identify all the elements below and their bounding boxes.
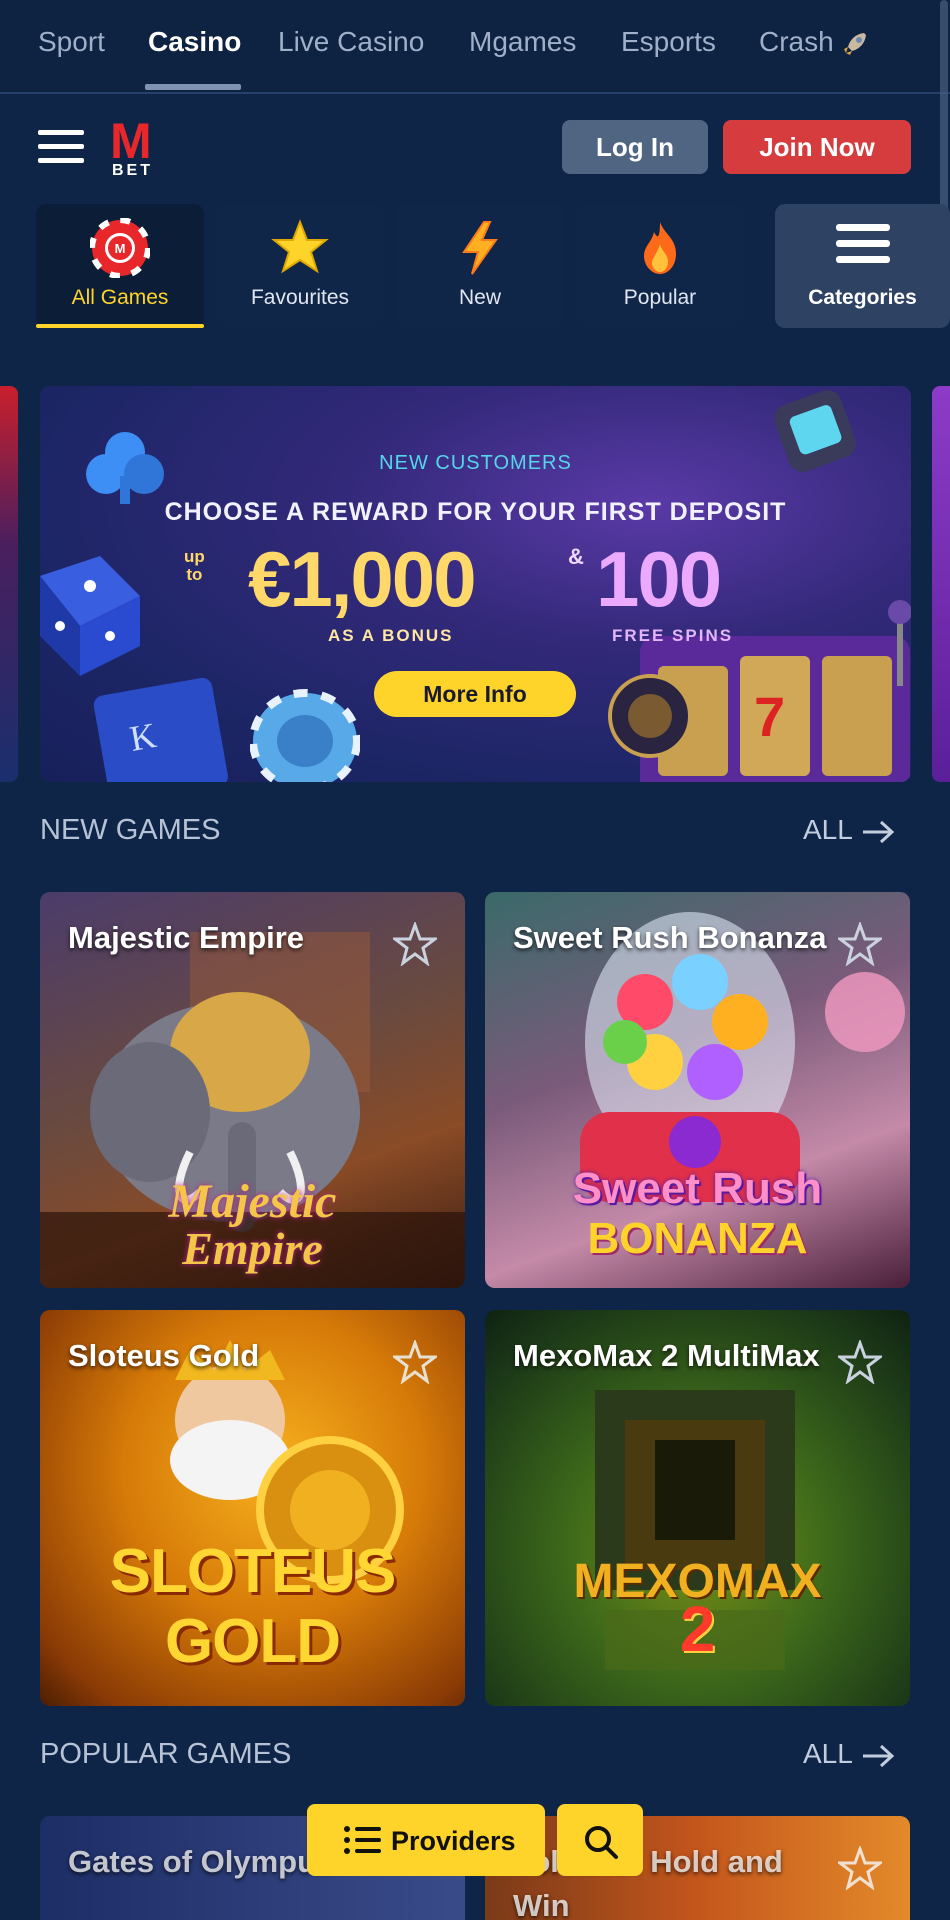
- previous-banner-peek[interactable]: [0, 386, 18, 782]
- amulet-decoration: [608, 674, 692, 758]
- providers-label: Providers: [391, 1826, 516, 1856]
- category-all-games[interactable]: M All Games: [36, 204, 204, 328]
- tab-crash[interactable]: Crash: [759, 26, 870, 59]
- game-card-volcano-hold-and-win[interactable]: Volcano: Hold and Win: [485, 1816, 910, 1920]
- login-button[interactable]: Log In: [562, 120, 708, 174]
- game-title: MexoMax 2 MultiMax: [513, 1338, 820, 1373]
- search-icon: [585, 1826, 618, 1859]
- popular-games-all-link[interactable]: ALL: [803, 1738, 895, 1770]
- tab-esports[interactable]: Esports: [621, 26, 716, 58]
- tab-live-casino[interactable]: Live Casino: [278, 26, 424, 58]
- poker-chip-decoration: [250, 689, 360, 782]
- category-new[interactable]: New: [396, 204, 564, 328]
- favourite-star-icon[interactable]: [393, 1340, 437, 1384]
- tab-crash-label: Crash: [759, 26, 834, 57]
- section-title-popular-games: POPULAR GAMES: [40, 1738, 292, 1770]
- top-navigation: Sport Casino Live Casino Mgames Esports …: [0, 0, 950, 94]
- banner-ampersand: &: [568, 544, 584, 569]
- game-title: Majestic Empire: [68, 920, 305, 955]
- chip-icon: M: [90, 218, 150, 278]
- category-label: All Games: [71, 286, 169, 309]
- tab-casino[interactable]: Casino: [148, 26, 241, 58]
- game-card-mexomax-2[interactable]: MEXOMAX 2 MexoMax 2 MultiMax: [485, 1310, 910, 1706]
- category-label: New: [458, 286, 501, 309]
- game-logo-line2: GOLD: [164, 1607, 341, 1676]
- banner-bonus-label: AS A BONUS: [328, 626, 454, 645]
- banner-spins-amount: 100: [596, 535, 722, 623]
- site-header: M BET Log In Join Now: [0, 94, 950, 194]
- tab-mgames[interactable]: Mgames: [469, 26, 576, 58]
- menu-icon: [835, 224, 890, 263]
- tab-sport[interactable]: Sport: [38, 26, 105, 58]
- banner-headline: CHOOSE A REWARD FOR YOUR FIRST DEPOSIT: [164, 498, 787, 526]
- all-link-label: ALL: [803, 1738, 853, 1769]
- list-icon: [344, 1826, 381, 1854]
- dice-decoration: [40, 556, 140, 676]
- banner-upto-1: up: [184, 547, 205, 566]
- game-title: Sloteus Gold: [68, 1338, 260, 1373]
- join-now-button[interactable]: Join Now: [723, 120, 911, 174]
- banner-upto: up to: [184, 548, 205, 584]
- game-logo-line2: 2: [679, 1593, 716, 1665]
- active-tab-indicator: [145, 84, 241, 90]
- menu-icon[interactable]: [38, 130, 84, 164]
- arrow-right-icon: [862, 1744, 895, 1767]
- category-favourites[interactable]: Favourites: [216, 204, 384, 328]
- rocket-icon: [843, 32, 866, 55]
- svg-text:M: M: [115, 241, 126, 256]
- game-card-sloteus-gold[interactable]: SLOTEUS GOLD Sloteus Gold: [40, 1310, 465, 1706]
- active-category-indicator: [36, 324, 204, 328]
- game-logo-line1: Majestic: [168, 1175, 337, 1228]
- game-logo-line2: Empire: [182, 1223, 323, 1274]
- banner-spins-label: FREE SPINS: [612, 626, 734, 645]
- logo-sub: BET: [112, 162, 153, 179]
- cards-decoration: K: [93, 677, 228, 782]
- game-card-majestic-empire[interactable]: Majestic Empire Majestic Empire: [40, 892, 465, 1288]
- banner-bonus-amount: €1,000: [248, 535, 477, 623]
- all-link-label: ALL: [803, 814, 853, 845]
- game-logo-line2: BONANZA: [587, 1214, 808, 1263]
- next-banner-peek[interactable]: [932, 386, 950, 782]
- flame-icon: [644, 222, 676, 274]
- search-button[interactable]: [557, 1804, 643, 1876]
- svg-text:7: 7: [754, 685, 785, 748]
- game-card-sweet-rush-bonanza[interactable]: Sweet Rush BONANZA Sweet Rush Bonanza: [485, 892, 910, 1288]
- favourite-star-icon[interactable]: [393, 922, 437, 966]
- game-logo-line1: Sweet Rush: [572, 1164, 823, 1213]
- providers-button[interactable]: Providers: [307, 1804, 545, 1876]
- star-icon: [271, 219, 329, 274]
- game-logo-line1: SLOTEUS: [109, 1537, 397, 1606]
- banner-upto-2: to: [186, 565, 203, 584]
- favourite-star-icon[interactable]: [838, 1846, 882, 1890]
- new-games-all-link[interactable]: ALL: [803, 814, 895, 846]
- logo-letter: M: [110, 113, 152, 169]
- section-title-new-games: NEW GAMES: [40, 814, 221, 846]
- category-label: Categories: [808, 286, 917, 309]
- favourite-star-icon[interactable]: [838, 922, 882, 966]
- lightning-icon: [462, 221, 498, 275]
- promo-banner[interactable]: K 7 NEW CUSTOMERS CHOOSE A REWARD FOR YO…: [40, 386, 911, 782]
- category-label: Popular: [623, 286, 697, 309]
- arrow-right-icon: [862, 820, 895, 843]
- more-info-button[interactable]: More Info: [374, 671, 576, 717]
- game-title: Sweet Rush Bonanza: [513, 920, 827, 955]
- category-label: Favourites: [250, 286, 350, 309]
- banner-eyebrow: NEW CUSTOMERS: [379, 452, 572, 474]
- category-categories[interactable]: Categories: [775, 204, 950, 328]
- category-popular[interactable]: Popular: [576, 204, 744, 328]
- favourite-star-icon[interactable]: [838, 1340, 882, 1384]
- brand-logo[interactable]: M BET: [108, 116, 164, 180]
